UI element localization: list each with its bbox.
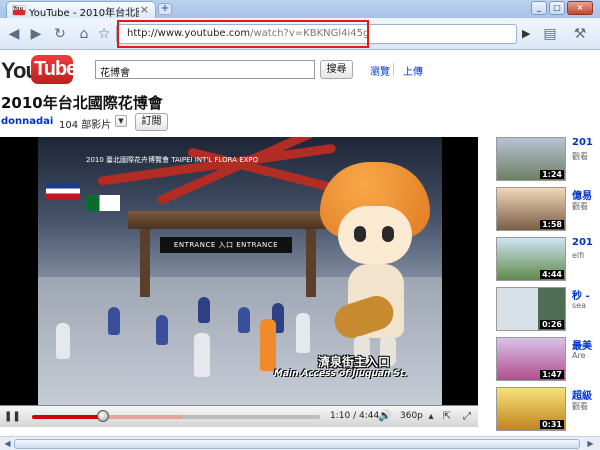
browser-window: You YouTube - 2010年台北國... × + _ □ × ◀ ▶ …: [0, 0, 600, 450]
mascot-character: [314, 162, 434, 372]
related-thumbnail[interactable]: 1:58: [496, 187, 566, 231]
tab-close-icon[interactable]: ×: [140, 3, 149, 16]
page-menu-icon[interactable]: ▤: [542, 26, 558, 42]
related-video-item[interactable]: 1:47 最美 Are: [496, 337, 600, 385]
related-title[interactable]: 超級: [572, 387, 592, 402]
popout-icon[interactable]: ⇱: [440, 410, 454, 424]
progress-bar[interactable]: [32, 415, 320, 419]
related-duration: 1:58: [540, 220, 564, 229]
entrance-gate: [128, 211, 328, 297]
new-tab-button[interactable]: +: [158, 3, 172, 15]
flag: [86, 195, 120, 211]
related-thumbnail[interactable]: 4:44: [496, 237, 566, 281]
scrubber-handle[interactable]: [96, 410, 109, 422]
volume-icon[interactable]: 🔊: [378, 409, 396, 423]
video-count: 104 部影片: [59, 120, 112, 131]
crowd-person: [156, 315, 168, 345]
related-meta: 觀看: [572, 402, 588, 411]
related-title[interactable]: 201: [572, 237, 593, 248]
tab-youtube[interactable]: You YouTube - 2010年台北國... ×: [6, 1, 156, 19]
tab-strip: You YouTube - 2010年台北國... × + _ □ ×: [0, 0, 600, 19]
subtitle-chinese: 濟泉街主入口: [318, 355, 391, 369]
related-thumbnail[interactable]: 1:24: [496, 137, 566, 181]
wrench-menu-icon[interactable]: ⚒: [572, 26, 588, 42]
go-arrow-icon[interactable]: ▶: [522, 27, 530, 40]
scroll-left-icon[interactable]: ◀: [1, 438, 14, 450]
channel-link[interactable]: donnadai: [1, 116, 53, 127]
related-videos: 1:24 201 觀看 1:58 億易 觀看 4:44 201 elfi 0:2…: [496, 137, 600, 437]
related-video-item[interactable]: 4:44 201 elfi: [496, 237, 600, 285]
logo-tube-text: Tube: [34, 58, 77, 80]
crowd-person: [56, 323, 70, 359]
pause-button-icon[interactable]: ❚❚: [4, 410, 21, 424]
upload-link[interactable]: 上傳: [403, 63, 423, 78]
related-meta: Are: [572, 351, 586, 360]
related-meta: sea: [572, 301, 586, 310]
related-title[interactable]: 億易: [572, 187, 592, 202]
reload-icon[interactable]: ↻: [52, 26, 68, 42]
fullscreen-icon[interactable]: ⤢: [460, 410, 474, 424]
crowd-person: [198, 297, 210, 323]
minimize-button[interactable]: _: [531, 1, 547, 15]
close-window-button[interactable]: ×: [567, 1, 593, 15]
progress-played: [32, 415, 103, 419]
quality-arrow-icon[interactable]: ▴: [424, 410, 438, 424]
related-title[interactable]: 最美: [572, 337, 592, 352]
related-thumbnail[interactable]: 0:31: [496, 387, 566, 431]
related-video-item[interactable]: 0:31 超級 觀看: [496, 387, 600, 435]
related-duration: 1:24: [540, 170, 564, 179]
home-icon[interactable]: ⌂: [76, 26, 92, 42]
related-title[interactable]: 201: [572, 137, 593, 148]
time-display: 1:10 / 4:44: [330, 411, 380, 421]
crowd-person: [260, 319, 276, 371]
video-player[interactable]: ENTRANCE 入口 ENTRANCE 2010 臺北國際花卉博覽會 TAIP…: [0, 137, 478, 427]
scroll-right-icon[interactable]: ▶: [584, 438, 597, 450]
forward-arrow-icon[interactable]: ▶: [28, 26, 44, 42]
back-arrow-icon[interactable]: ◀: [6, 26, 22, 42]
related-video-item[interactable]: 0:26 秒 - sea: [496, 287, 600, 335]
crowd-person: [238, 307, 250, 333]
subscribe-button[interactable]: 訂閱: [135, 113, 168, 131]
maximize-button[interactable]: □: [549, 1, 565, 15]
search-button[interactable]: 搜尋: [320, 60, 353, 79]
url-highlight-box: [117, 20, 369, 48]
related-duration: 0:26: [540, 320, 564, 329]
related-thumbnail[interactable]: 1:47: [496, 337, 566, 381]
related-meta: 觀看: [572, 202, 588, 211]
bookmark-star-icon[interactable]: ☆: [96, 26, 112, 42]
nav-separator: [393, 63, 394, 75]
related-thumbnail[interactable]: 0:26: [496, 287, 566, 331]
expo-banner-text: 2010 臺北國際花卉博覽會 TAIPEI INT'L FLORA EXPO: [86, 156, 259, 164]
youtube-favicon-icon: You: [12, 5, 26, 16]
related-duration: 4:44: [540, 270, 564, 279]
tab-title: YouTube - 2010年台北國...: [29, 8, 139, 19]
crowd-person: [108, 307, 120, 335]
scrollbar-thumb[interactable]: [14, 439, 580, 449]
entrance-sign: ENTRANCE 入口 ENTRANCE: [160, 237, 292, 253]
horizontal-scrollbar[interactable]: ◀ ▶: [0, 436, 600, 450]
logo-tube-box: Tube: [31, 55, 77, 84]
related-title[interactable]: 秒 -: [572, 287, 590, 302]
channel-dropdown-icon[interactable]: ▼: [115, 115, 127, 127]
crowd-person: [194, 333, 210, 377]
crowd-person: [296, 313, 310, 353]
related-duration: 1:47: [540, 370, 564, 379]
player-controls: ❚❚ 1:10 / 4:44 🔊 360p ▴ ⇱ ⤢: [0, 405, 478, 427]
video-frame[interactable]: ENTRANCE 入口 ENTRANCE 2010 臺北國際花卉博覽會 TAIP…: [38, 137, 442, 405]
video-title: 2010年台北國際花博會: [1, 94, 163, 112]
subtitle-english: Main Access of Jiuquan St.: [274, 369, 408, 379]
related-video-item[interactable]: 1:24 201 觀看: [496, 137, 600, 185]
related-meta: 觀看: [572, 152, 588, 161]
related-meta: elfi: [572, 251, 585, 260]
related-duration: 0:31: [540, 420, 564, 429]
quality-selector[interactable]: 360p: [400, 411, 423, 421]
youtube-logo[interactable]: You Tube: [0, 54, 77, 86]
related-video-item[interactable]: 1:58 億易 觀看: [496, 187, 600, 235]
browse-link[interactable]: 瀏覽: [370, 63, 390, 78]
search-input[interactable]: 花博會: [95, 60, 315, 79]
flag: [46, 183, 80, 199]
